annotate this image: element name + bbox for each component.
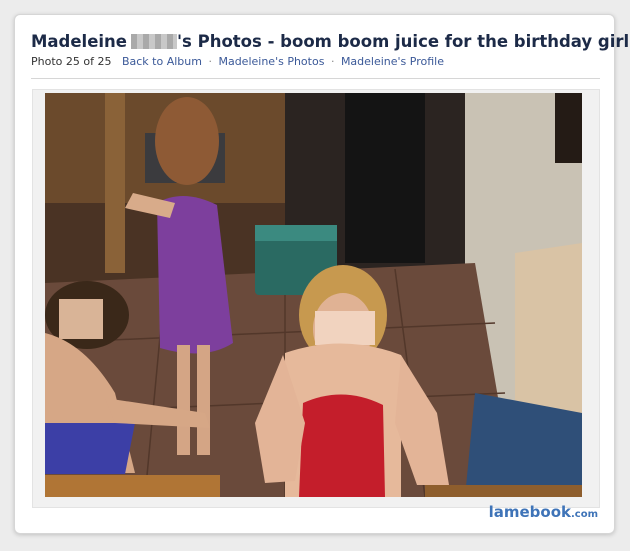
back-to-album-link[interactable]: Back to Album	[122, 55, 202, 68]
title-suffix: 's Photos - boom boom juice for the birt…	[177, 32, 630, 51]
lamebook-watermark: lamebook.com	[489, 503, 598, 521]
title-owner: Madeleine	[31, 32, 127, 51]
photo-card: Madeleine 's Photos - boom boom juice for…	[14, 14, 630, 534]
party-photo[interactable]	[45, 93, 582, 497]
owner-profile-link[interactable]: Madeleine's Profile	[341, 55, 444, 68]
header-divider	[31, 78, 600, 79]
watermark-brand: lamebook	[488, 503, 571, 521]
page-title: Madeleine 's Photos - boom boom juice for…	[31, 32, 630, 51]
nav-separator: ·	[330, 55, 335, 68]
watermark-suffix: .com	[570, 509, 598, 520]
photo-nav: Photo 25 of 25 Back to Album · Madeleine…	[31, 55, 444, 68]
photo-frame	[32, 89, 600, 508]
owner-photos-link[interactable]: Madeleine's Photos	[218, 55, 324, 68]
party-photo-illustration	[45, 93, 582, 497]
nav-separator: ·	[208, 55, 212, 68]
photo-counter: Photo 25 of 25	[31, 55, 112, 68]
redacted-name-block	[131, 34, 177, 49]
